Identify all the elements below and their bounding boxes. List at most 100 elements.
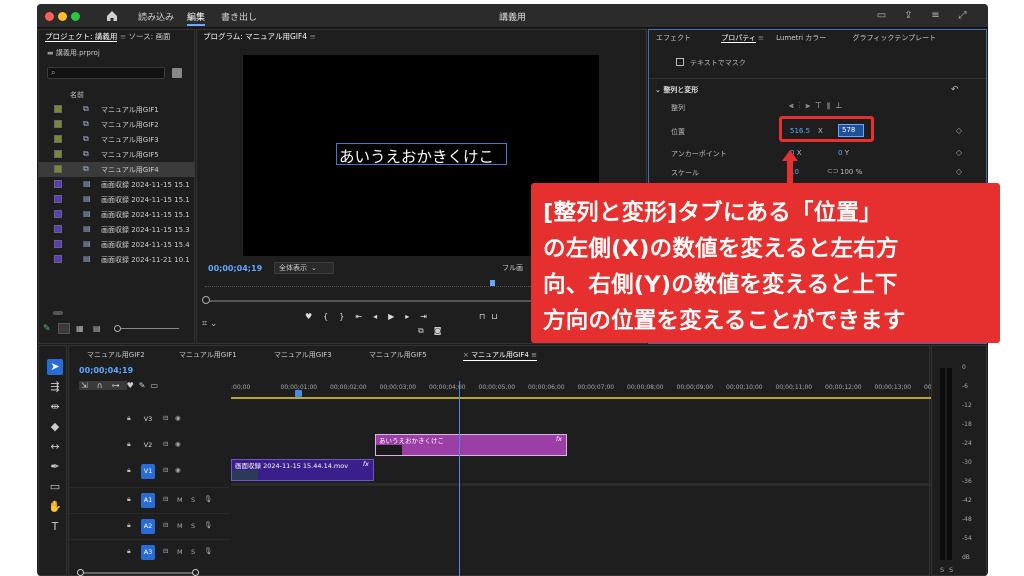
reset-icon[interactable]: ↶	[951, 85, 959, 95]
add-marker-icon[interactable]: ♥	[127, 381, 139, 390]
snap-icon[interactable]: ∩	[94, 381, 110, 390]
align-bottom-icon[interactable]: ⊥	[835, 101, 847, 110]
icon-view-icon[interactable]: ▦	[76, 324, 84, 333]
mic-icon[interactable]: 🎙︎	[204, 547, 212, 555]
mute-button[interactable]: M	[177, 548, 183, 556]
workspace-menu-icon[interactable]: ≡	[929, 10, 942, 21]
lock-icon[interactable]: 🔒︎	[127, 547, 131, 556]
track-header[interactable]: 🔒︎ V1 ⊟ ◉	[69, 458, 229, 485]
lift-icon[interactable]: ⊓	[479, 312, 491, 321]
home-icon[interactable]	[105, 8, 119, 22]
marker-icon[interactable]: ♥	[305, 312, 323, 321]
keyframe-diamond-icon[interactable]: ◇	[956, 148, 962, 157]
sync-lock-icon[interactable]: ⊟	[163, 466, 168, 474]
tab-effects[interactable]: エフェクト	[656, 34, 691, 42]
keyframe-diamond-icon[interactable]: ◇	[956, 167, 962, 176]
track-area[interactable]: あいうえおかきくけこ fx 画面収録 2024-11-15 15.44.14.m…	[231, 381, 956, 576]
track-target[interactable]: V2	[141, 438, 155, 453]
sync-lock-icon[interactable]: ⊟	[163, 521, 168, 529]
program-scrollbar[interactable]	[207, 300, 567, 302]
playhead-handle[interactable]	[295, 390, 302, 397]
solo-button[interactable]: S	[191, 548, 195, 556]
tab-properties[interactable]: プロパティ	[721, 34, 756, 43]
hscroll-handle[interactable]	[77, 569, 84, 576]
eye-icon[interactable]: ◉	[175, 440, 181, 448]
extract-icon[interactable]: ⊔	[491, 312, 503, 321]
tab-sequence[interactable]: × マニュアル用GIF4 ≡	[463, 350, 537, 361]
new-bin-icon[interactable]	[172, 68, 182, 78]
camera-icon[interactable]: ◙	[434, 326, 452, 335]
menu-icon[interactable]: ≡	[529, 351, 537, 359]
list-item[interactable]: ⧉ マニュアル用GIF5	[39, 147, 195, 162]
hscroll-handle[interactable]	[192, 569, 199, 576]
keyframe-diamond-icon[interactable]: ◇	[956, 126, 962, 135]
track-header[interactable]: 🔒︎ A3 ⊟ M S 🎙︎	[69, 539, 229, 566]
track-header[interactable]: 🔒︎ A2 ⊟ M S 🎙︎	[69, 513, 229, 540]
align-top-icon[interactable]: ⊤	[815, 101, 827, 110]
out-point-icon[interactable]: }	[339, 312, 355, 321]
text-clip[interactable]: あいうえおかきくけこ fx	[375, 434, 567, 456]
lock-icon[interactable]: 🔒︎	[127, 495, 131, 504]
tab-sequence[interactable]: マニュアル用GIF2	[87, 350, 145, 360]
step-forward-icon[interactable]: ▸	[405, 312, 420, 321]
menu-import[interactable]: 読み込み	[138, 10, 174, 23]
eye-icon[interactable]: ◉	[175, 466, 181, 474]
align-center-icon[interactable]: ⫶	[799, 101, 806, 110]
track-target[interactable]: V3	[141, 412, 155, 427]
solo-right[interactable]: S	[949, 566, 953, 574]
type-tool-icon[interactable]: T	[47, 519, 63, 535]
track-target[interactable]: A2	[141, 519, 155, 534]
sync-lock-icon[interactable]: ⊟	[163, 440, 168, 448]
step-back-icon[interactable]: ◂	[373, 312, 388, 321]
list-item[interactable]: ⧉ マニュアル用GIF4	[39, 162, 195, 177]
tab-sequence[interactable]: マニュアル用GIF5	[369, 350, 427, 360]
minimize-window-button[interactable]	[58, 12, 67, 21]
linked-selection-icon[interactable]: ⊶	[109, 381, 127, 390]
close-window-button[interactable]	[45, 12, 54, 21]
share-icon[interactable]: ⇪	[902, 10, 915, 21]
playhead-line[interactable]	[459, 381, 460, 576]
track-target[interactable]: A3	[141, 545, 155, 560]
rectangle-tool-icon[interactable]: ▭	[47, 479, 63, 495]
color-label[interactable]	[54, 255, 62, 263]
lock-icon[interactable]: 🔒︎	[127, 414, 131, 423]
lock-icon[interactable]: 🔒︎	[127, 521, 131, 530]
nest-icon[interactable]: ⇲	[79, 381, 95, 390]
tab-sequence[interactable]: マニュアル用GIF3	[274, 350, 332, 360]
align-left-icon[interactable]: ⫷	[789, 101, 799, 110]
color-label[interactable]	[54, 180, 62, 188]
safe-margins-icon[interactable]: ⌗ ⌄	[202, 319, 217, 329]
scrollbar-handle[interactable]	[202, 296, 210, 304]
mute-button[interactable]: M	[177, 522, 183, 530]
color-label[interactable]	[54, 135, 62, 143]
list-item[interactable]: ▤ 画面収録 2024-11-21 10.1	[39, 252, 195, 267]
menu-edit[interactable]: 編集	[187, 10, 206, 26]
anchor-y-value[interactable]: 0 Y	[838, 149, 849, 157]
sync-lock-icon[interactable]: ⊟	[163, 495, 168, 503]
mute-button[interactable]: M	[177, 496, 183, 504]
tab-sequence[interactable]: マニュアル用GIF1	[179, 350, 237, 360]
play-icon[interactable]: ▶	[388, 312, 405, 321]
align-right-icon[interactable]: ⫸	[806, 101, 816, 110]
tab-program[interactable]: プログラム: マニュアル用GIF4	[203, 32, 307, 41]
fullscreen-icon[interactable]: ⤢	[956, 10, 969, 21]
ripple-edit-tool-icon[interactable]: ⇹	[47, 399, 63, 415]
track-select-tool-icon[interactable]: ⇶	[47, 379, 63, 395]
solo-button[interactable]: S	[191, 522, 195, 530]
color-label[interactable]	[54, 150, 62, 158]
freeform-view-icon[interactable]: ▤	[93, 324, 101, 333]
tab-source[interactable]: ソース: 画面	[128, 32, 170, 41]
timeline-timecode[interactable]: 00;00;04;19	[79, 366, 133, 375]
selection-tool-icon[interactable]: ➤	[47, 359, 63, 375]
list-item[interactable]: ▤ 画面収録 2024-11-15 15.3	[39, 222, 195, 237]
section-header[interactable]: ⌄ 整列と変形	[655, 85, 698, 95]
search-input[interactable]: ⌕	[47, 67, 165, 79]
captions-icon[interactable]: ▭	[150, 381, 163, 390]
list-item[interactable]: ⧉ マニュアル用GIF3	[39, 132, 195, 147]
mic-icon[interactable]: 🎙︎	[204, 521, 212, 529]
timeline-hscroll[interactable]	[79, 572, 199, 574]
position-y-field[interactable]: 578	[838, 124, 864, 137]
work-area-bar[interactable]	[231, 397, 931, 399]
solo-left[interactable]: S	[940, 566, 944, 574]
solo-button[interactable]: S	[191, 496, 195, 504]
